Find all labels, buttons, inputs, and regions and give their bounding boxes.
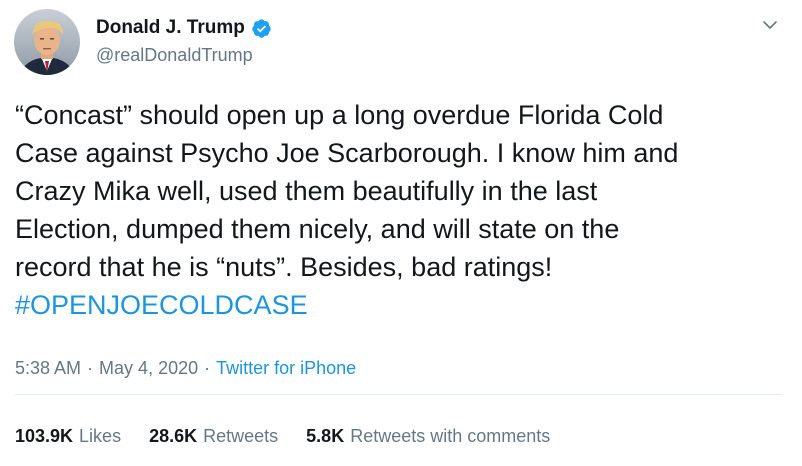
tweet-text: “Concast” should open up a long overdue … [15,96,785,324]
tweet-date[interactable]: May 4, 2020 [99,358,198,379]
tweet-meta: 5:38 AM · May 4, 2020 · Twitter for iPho… [15,358,356,379]
chevron-down-icon[interactable] [760,15,780,35]
likes-count: 103.9K [15,426,74,446]
quote-retweets-label: Retweets with comments [350,426,551,446]
tweet-text-line: “Concast” should open up a long overdue … [15,100,664,130]
retweets-stat[interactable]: 28.6K Retweets [149,426,278,447]
tweet-text-line: Case against Psycho Joe Scarborough. I k… [15,138,679,168]
quote-retweets-count: 5.8K [306,426,345,446]
tweet-text-line: Election, dumped them nicely, and will s… [15,214,620,244]
likes-label: Likes [79,426,122,446]
tweet-text-line: record that he is “nuts”. Besides, bad r… [15,252,553,282]
display-name[interactable]: Donald J. Trump [96,17,245,39]
tweet-text-line: Crazy Mika well, used them beautifully i… [15,176,598,206]
retweets-count: 28.6K [149,426,198,446]
hashtag-link[interactable]: #OPENJOECOLDCASE [15,290,308,320]
divider [15,394,782,395]
meta-separator: · [87,358,94,378]
retweets-label: Retweets [203,426,279,446]
author-name-row[interactable]: Donald J. Trump [96,16,272,40]
likes-stat[interactable]: 103.9K Likes [15,426,121,447]
verified-badge-icon [251,18,272,39]
avatar[interactable] [14,9,80,75]
profile-photo-icon [14,9,80,75]
meta-separator: · [204,358,211,378]
tweet-time[interactable]: 5:38 AM [15,358,81,379]
tweet-source-link[interactable]: Twitter for iPhone [216,358,356,379]
tweet-card: Donald J. Trump @realDonaldTrump “Concas… [0,0,802,466]
quote-retweets-stat[interactable]: 5.8K Retweets with comments [306,426,550,447]
engagement-stats: 103.9K Likes 28.6K Retweets 5.8K Retweet… [15,426,550,447]
handle[interactable]: @realDonaldTrump [96,45,253,66]
